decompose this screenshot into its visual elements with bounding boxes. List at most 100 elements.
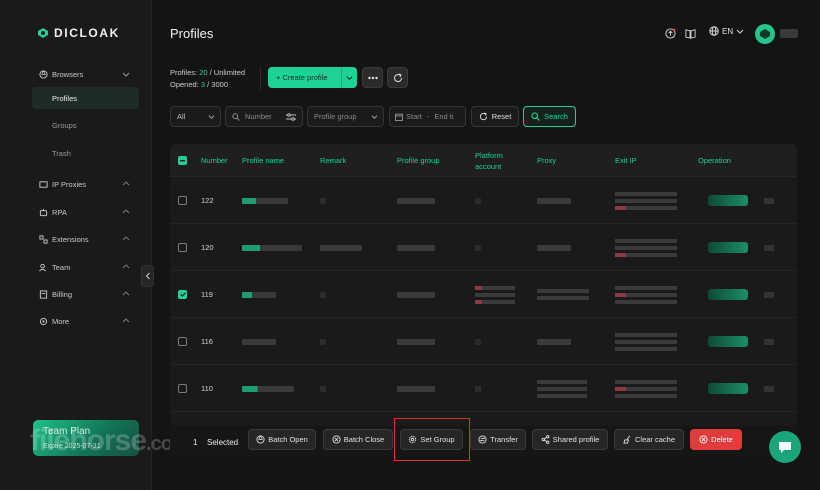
platform-redacted (475, 385, 481, 392)
create-profile-button[interactable]: + Create profile (268, 67, 357, 88)
exit-ip-redacted (615, 285, 677, 304)
team-icon (38, 262, 48, 272)
proxy-redacted (537, 289, 589, 300)
book-icon[interactable] (684, 27, 696, 39)
search-label: Search (544, 112, 568, 121)
set-group-button[interactable]: Set Group (400, 429, 463, 450)
sidebar-item-team[interactable]: Team (38, 259, 138, 275)
chevron-up-icon (122, 181, 130, 186)
more-actions-button[interactable] (764, 244, 774, 251)
logo[interactable]: DICLOAK (37, 26, 120, 40)
sidebar-item-groups[interactable]: Groups (32, 114, 139, 136)
column-operation[interactable]: Operation (698, 144, 731, 177)
sidebar-item-more[interactable]: More (38, 313, 138, 329)
batch-close-label: Batch Close (343, 435, 385, 444)
profile-name-redacted[interactable] (242, 197, 288, 204)
open-profile-button[interactable] (708, 195, 748, 206)
globe-icon (709, 26, 719, 36)
column-proxy[interactable]: Proxy (537, 144, 556, 177)
table-row[interactable]: 122 (170, 177, 797, 224)
profile-group-select[interactable]: Profile group (307, 106, 384, 127)
search-button[interactable]: Search (523, 106, 576, 127)
refresh-button[interactable] (387, 67, 408, 88)
remark-redacted (320, 338, 326, 345)
sidebar-item-profiles[interactable]: Profiles (32, 87, 139, 109)
select-all-checkbox[interactable] (178, 144, 187, 177)
row-checkbox-checked[interactable] (178, 290, 187, 299)
filter-sliders-icon[interactable] (286, 112, 296, 121)
sidebar-item-label: Team (52, 262, 71, 272)
column-profile-group[interactable]: Profile group (397, 144, 440, 177)
chat-support-button[interactable] (769, 431, 801, 463)
more-actions-button[interactable] (764, 385, 774, 392)
team-plan-card[interactable]: Team Plan Expire 2025-07-31 (33, 420, 139, 456)
table-row[interactable]: 110 (170, 365, 797, 412)
more-actions-button[interactable] (764, 197, 774, 204)
delete-label: Delete (711, 435, 733, 444)
column-profile-name[interactable]: Profile name (242, 144, 284, 177)
avatar[interactable] (755, 24, 775, 44)
profile-name-redacted[interactable] (242, 338, 276, 345)
logo-icon (38, 28, 48, 38)
column-platform-account[interactable]: Platform account (475, 144, 503, 177)
profile-name-redacted[interactable] (242, 385, 294, 392)
date-separator: - (426, 112, 430, 121)
clear-cache-button[interactable]: Clear cache (614, 429, 684, 450)
row-checkbox[interactable] (178, 196, 187, 205)
status-filter-select[interactable]: All (170, 106, 221, 127)
proxy-redacted (537, 338, 571, 345)
column-exit-ip[interactable]: Exit IP (615, 144, 637, 177)
open-profile-button[interactable] (708, 383, 748, 394)
group-redacted (397, 338, 435, 345)
more-actions-button[interactable] (764, 291, 774, 298)
create-profile-dropdown[interactable] (341, 67, 357, 88)
column-number[interactable]: Number (201, 144, 228, 177)
sidebar-item-rpa[interactable]: RPA (38, 204, 138, 220)
sidebar-item-billing[interactable]: Billing (38, 286, 138, 302)
opened-value: 3 (200, 80, 206, 89)
sidebar-item-label: IP Proxies (52, 179, 87, 189)
sidebar-item-browsers[interactable]: Browsers (38, 66, 138, 82)
row-checkbox[interactable] (178, 243, 187, 252)
transfer-button[interactable]: Transfer (470, 429, 526, 450)
row-number: 110 (201, 384, 213, 393)
reset-label: Reset (491, 112, 512, 121)
column-remark[interactable]: Remark (320, 144, 346, 177)
close-circle-icon (332, 435, 341, 444)
search-icon (531, 112, 540, 121)
sidebar-item-extensions[interactable]: Extensions (38, 231, 138, 247)
more-options-button[interactable] (362, 67, 383, 88)
number-search-input[interactable]: Number (225, 106, 303, 127)
table-row[interactable]: 116 (170, 318, 797, 365)
sidebar-item-ip-proxies[interactable]: IP Proxies (38, 176, 138, 192)
row-checkbox[interactable] (178, 384, 187, 393)
table-row[interactable]: 119 (170, 271, 797, 318)
remark-redacted (320, 244, 362, 251)
upgrade-icon[interactable] (664, 27, 676, 39)
table-row[interactable]: 120 (170, 224, 797, 271)
date-range-picker[interactable]: Start - End ti (389, 106, 466, 127)
open-profile-button[interactable] (708, 289, 748, 300)
language-label: EN (722, 26, 734, 36)
set-group-label: Set Group (420, 435, 455, 444)
open-profile-button[interactable] (708, 242, 748, 253)
check-icon (179, 292, 186, 297)
sidebar-item-trash[interactable]: Trash (32, 142, 139, 164)
batch-open-button[interactable]: Batch Open (248, 429, 316, 450)
proxy-redacted (537, 379, 587, 398)
column-platform-line1: Platform (475, 150, 503, 160)
row-checkbox[interactable] (178, 337, 187, 346)
reset-button[interactable]: Reset (471, 106, 519, 127)
team-plan-expire: Expire 2025-07-31 (43, 443, 101, 450)
shared-profile-button[interactable]: Shared profile (532, 429, 608, 450)
delete-button[interactable]: Delete (690, 429, 742, 450)
chat-icon (779, 441, 791, 453)
profile-name-redacted[interactable] (242, 291, 276, 298)
sidebar-collapse-button[interactable] (141, 265, 154, 287)
sidebar-item-label: Extensions (52, 234, 89, 244)
more-actions-button[interactable] (764, 338, 774, 345)
language-selector[interactable]: EN (709, 26, 744, 36)
open-profile-button[interactable] (708, 336, 748, 347)
profile-name-redacted[interactable] (242, 244, 302, 251)
batch-close-button[interactable]: Batch Close (323, 429, 393, 450)
